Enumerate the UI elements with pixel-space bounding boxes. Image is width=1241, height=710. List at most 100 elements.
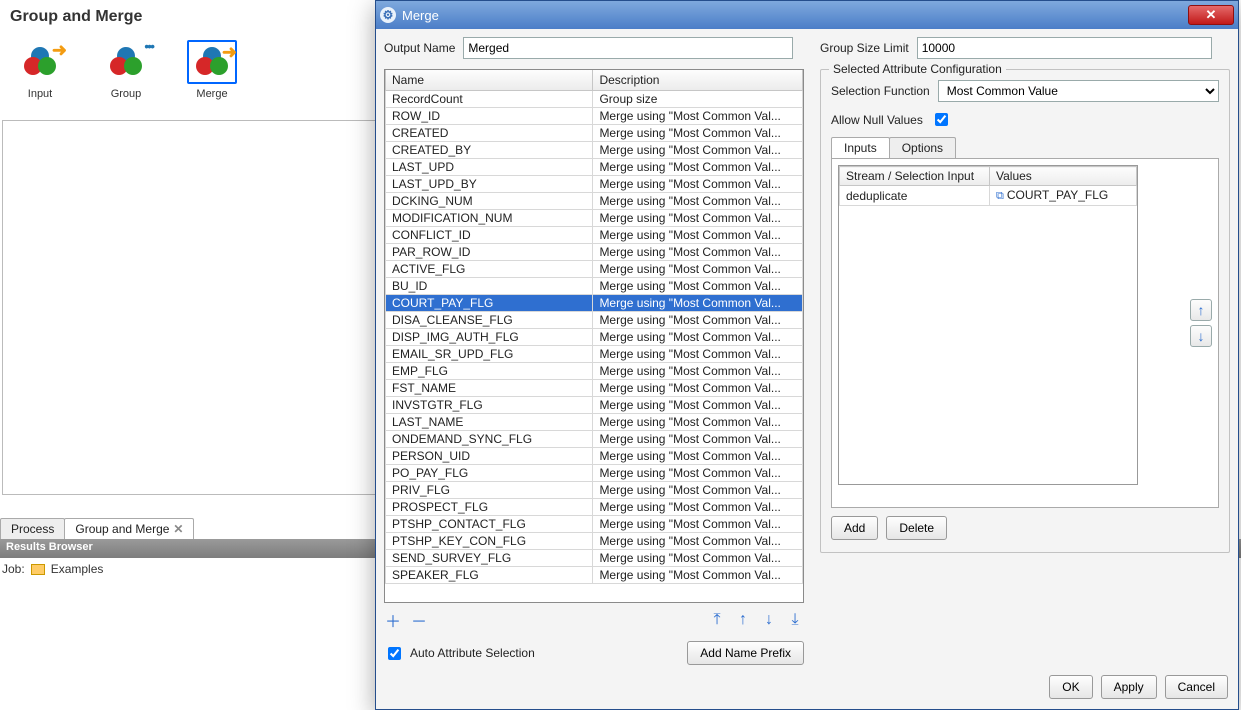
remove-attribute-icon[interactable]: － (410, 611, 428, 629)
config-tab-inputs[interactable]: Inputs (831, 137, 890, 158)
close-icon[interactable]: ✕ (173, 522, 183, 536)
cell-description: Merge using "Most Common Val... (593, 124, 803, 141)
col-header-stream[interactable]: Stream / Selection Input (840, 167, 990, 186)
table-row[interactable]: LAST_UPD_BYMerge using "Most Common Val.… (386, 175, 803, 192)
table-row[interactable]: FST_NAMEMerge using "Most Common Val... (386, 379, 803, 396)
cell-name: MODIFICATION_NUM (386, 209, 593, 226)
table-row[interactable]: ACTIVE_FLGMerge using "Most Common Val..… (386, 260, 803, 277)
node-palette: ➜Input •••Group ➜Merge (10, 40, 242, 100)
cell-description: Merge using "Most Common Val... (593, 430, 803, 447)
table-row[interactable]: CREATED_BYMerge using "Most Common Val..… (386, 141, 803, 158)
cell-description: Merge using "Most Common Val... (593, 226, 803, 243)
node-input[interactable]: ➜Input (10, 40, 70, 100)
cell-name: FST_NAME (386, 379, 593, 396)
cell-name: PTSHP_CONTACT_FLG (386, 515, 593, 532)
config-legend: Selected Attribute Configuration (829, 62, 1006, 76)
ok-button[interactable]: OK (1049, 675, 1092, 699)
cancel-button[interactable]: Cancel (1165, 675, 1228, 699)
table-row[interactable]: BU_IDMerge using "Most Common Val... (386, 277, 803, 294)
table-row[interactable]: PERSON_UIDMerge using "Most Common Val..… (386, 447, 803, 464)
cell-description: Merge using "Most Common Val... (593, 515, 803, 532)
table-row[interactable]: PO_PAY_FLGMerge using "Most Common Val..… (386, 464, 803, 481)
col-header-name[interactable]: Name (386, 70, 593, 90)
cell-description: Merge using "Most Common Val... (593, 277, 803, 294)
table-row[interactable]: EMAIL_SR_UPD_FLGMerge using "Most Common… (386, 345, 803, 362)
delete-input-button[interactable]: Delete (886, 516, 947, 540)
table-row[interactable]: LAST_NAMEMerge using "Most Common Val... (386, 413, 803, 430)
table-row[interactable]: DCKING_NUMMerge using "Most Common Val..… (386, 192, 803, 209)
inputs-grid[interactable]: Stream / Selection Input Values deduplic… (838, 165, 1138, 485)
dialog-titlebar[interactable]: ⚙ Merge ✕ (376, 1, 1238, 29)
output-name-input[interactable] (463, 37, 793, 59)
auto-attribute-checkbox[interactable] (388, 647, 401, 660)
auto-attribute-label[interactable]: Auto Attribute Selection (410, 646, 535, 660)
table-row[interactable]: PRIV_FLGMerge using "Most Common Val... (386, 481, 803, 498)
cell-name: COURT_PAY_FLG (386, 294, 593, 311)
cell-name: PO_PAY_FLG (386, 464, 593, 481)
cell-description: Merge using "Most Common Val... (593, 209, 803, 226)
table-row[interactable]: PTSHP_KEY_CON_FLGMerge using "Most Commo… (386, 532, 803, 549)
cell-values: ⧉COURT_PAY_FLG (990, 186, 1137, 206)
config-tab-options[interactable]: Options (889, 137, 956, 158)
editor-tab[interactable]: Group and Merge✕ (64, 518, 194, 539)
move-up-icon[interactable]: ↑ (734, 611, 752, 629)
table-row[interactable]: SPEAKER_FLGMerge using "Most Common Val.… (386, 566, 803, 583)
cell-description: Merge using "Most Common Val... (593, 396, 803, 413)
table-row[interactable]: CONFLICT_IDMerge using "Most Common Val.… (386, 226, 803, 243)
cell-description: Merge using "Most Common Val... (593, 328, 803, 345)
cell-description: Merge using "Most Common Val... (593, 362, 803, 379)
table-row[interactable]: SEND_SURVEY_FLGMerge using "Most Common … (386, 549, 803, 566)
cell-description: Merge using "Most Common Val... (593, 311, 803, 328)
add-attribute-icon[interactable]: ＋ (384, 611, 402, 629)
cell-name: LAST_NAME (386, 413, 593, 430)
attribute-grid[interactable]: Name Description RecordCountGroup sizeRO… (384, 69, 804, 603)
table-row[interactable]: DISP_IMG_AUTH_FLGMerge using "Most Commo… (386, 328, 803, 345)
node-group[interactable]: •••Group (96, 40, 156, 100)
table-row[interactable]: EMP_FLGMerge using "Most Common Val... (386, 362, 803, 379)
col-header-values[interactable]: Values (990, 167, 1137, 186)
col-header-description[interactable]: Description (593, 70, 803, 90)
table-row[interactable]: DISA_CLEANSE_FLGMerge using "Most Common… (386, 311, 803, 328)
table-row[interactable]: PTSHP_CONTACT_FLGMerge using "Most Commo… (386, 515, 803, 532)
inputs-tab-panel: Stream / Selection Input Values deduplic… (831, 158, 1219, 508)
cell-description: Merge using "Most Common Val... (593, 158, 803, 175)
add-name-prefix-button[interactable]: Add Name Prefix (687, 641, 804, 665)
table-row[interactable]: PAR_ROW_IDMerge using "Most Common Val..… (386, 243, 803, 260)
cell-description: Merge using "Most Common Val... (593, 447, 803, 464)
table-row[interactable]: PROSPECT_FLGMerge using "Most Common Val… (386, 498, 803, 515)
job-row: Job: Examples (2, 562, 103, 576)
move-down-icon[interactable]: ↓ (760, 611, 778, 629)
node-label: Merge (182, 88, 242, 100)
job-name[interactable]: Examples (51, 562, 104, 576)
table-row[interactable]: ONDEMAND_SYNC_FLGMerge using "Most Commo… (386, 430, 803, 447)
add-input-button[interactable]: Add (831, 516, 878, 540)
table-row[interactable]: deduplicate⧉COURT_PAY_FLG (840, 186, 1137, 206)
table-row[interactable]: LAST_UPDMerge using "Most Common Val... (386, 158, 803, 175)
table-row[interactable]: RecordCountGroup size (386, 90, 803, 107)
examples-icon (31, 564, 45, 575)
move-bottom-icon[interactable]: ⤓ (786, 611, 804, 629)
table-row[interactable]: ROW_IDMerge using "Most Common Val... (386, 107, 803, 124)
table-row[interactable]: MODIFICATION_NUMMerge using "Most Common… (386, 209, 803, 226)
apply-button[interactable]: Apply (1101, 675, 1157, 699)
table-row[interactable]: INVSTGTR_FLGMerge using "Most Common Val… (386, 396, 803, 413)
cell-name: PAR_ROW_ID (386, 243, 593, 260)
cell-name: EMP_FLG (386, 362, 593, 379)
selection-function-select[interactable]: Most Common Value (938, 80, 1219, 102)
cell-name: SEND_SURVEY_FLG (386, 549, 593, 566)
move-top-icon[interactable]: ⤒ (708, 611, 726, 629)
node-label: Group (96, 88, 156, 100)
allow-null-checkbox[interactable] (935, 113, 948, 126)
cell-name: PROSPECT_FLG (386, 498, 593, 515)
close-button[interactable]: ✕ (1188, 5, 1234, 25)
editor-tab[interactable]: Process (0, 518, 65, 539)
selection-function-label: Selection Function (831, 84, 930, 98)
cell-name: INVSTGTR_FLG (386, 396, 593, 413)
node-merge[interactable]: ➜Merge (182, 40, 242, 100)
table-row[interactable]: CREATEDMerge using "Most Common Val... (386, 124, 803, 141)
input-move-down-icon[interactable]: ↓ (1190, 325, 1212, 347)
table-row[interactable]: COURT_PAY_FLGMerge using "Most Common Va… (386, 294, 803, 311)
cell-stream: deduplicate (840, 186, 990, 206)
cell-description: Merge using "Most Common Val... (593, 532, 803, 549)
input-move-up-icon[interactable]: ↑ (1190, 299, 1212, 321)
